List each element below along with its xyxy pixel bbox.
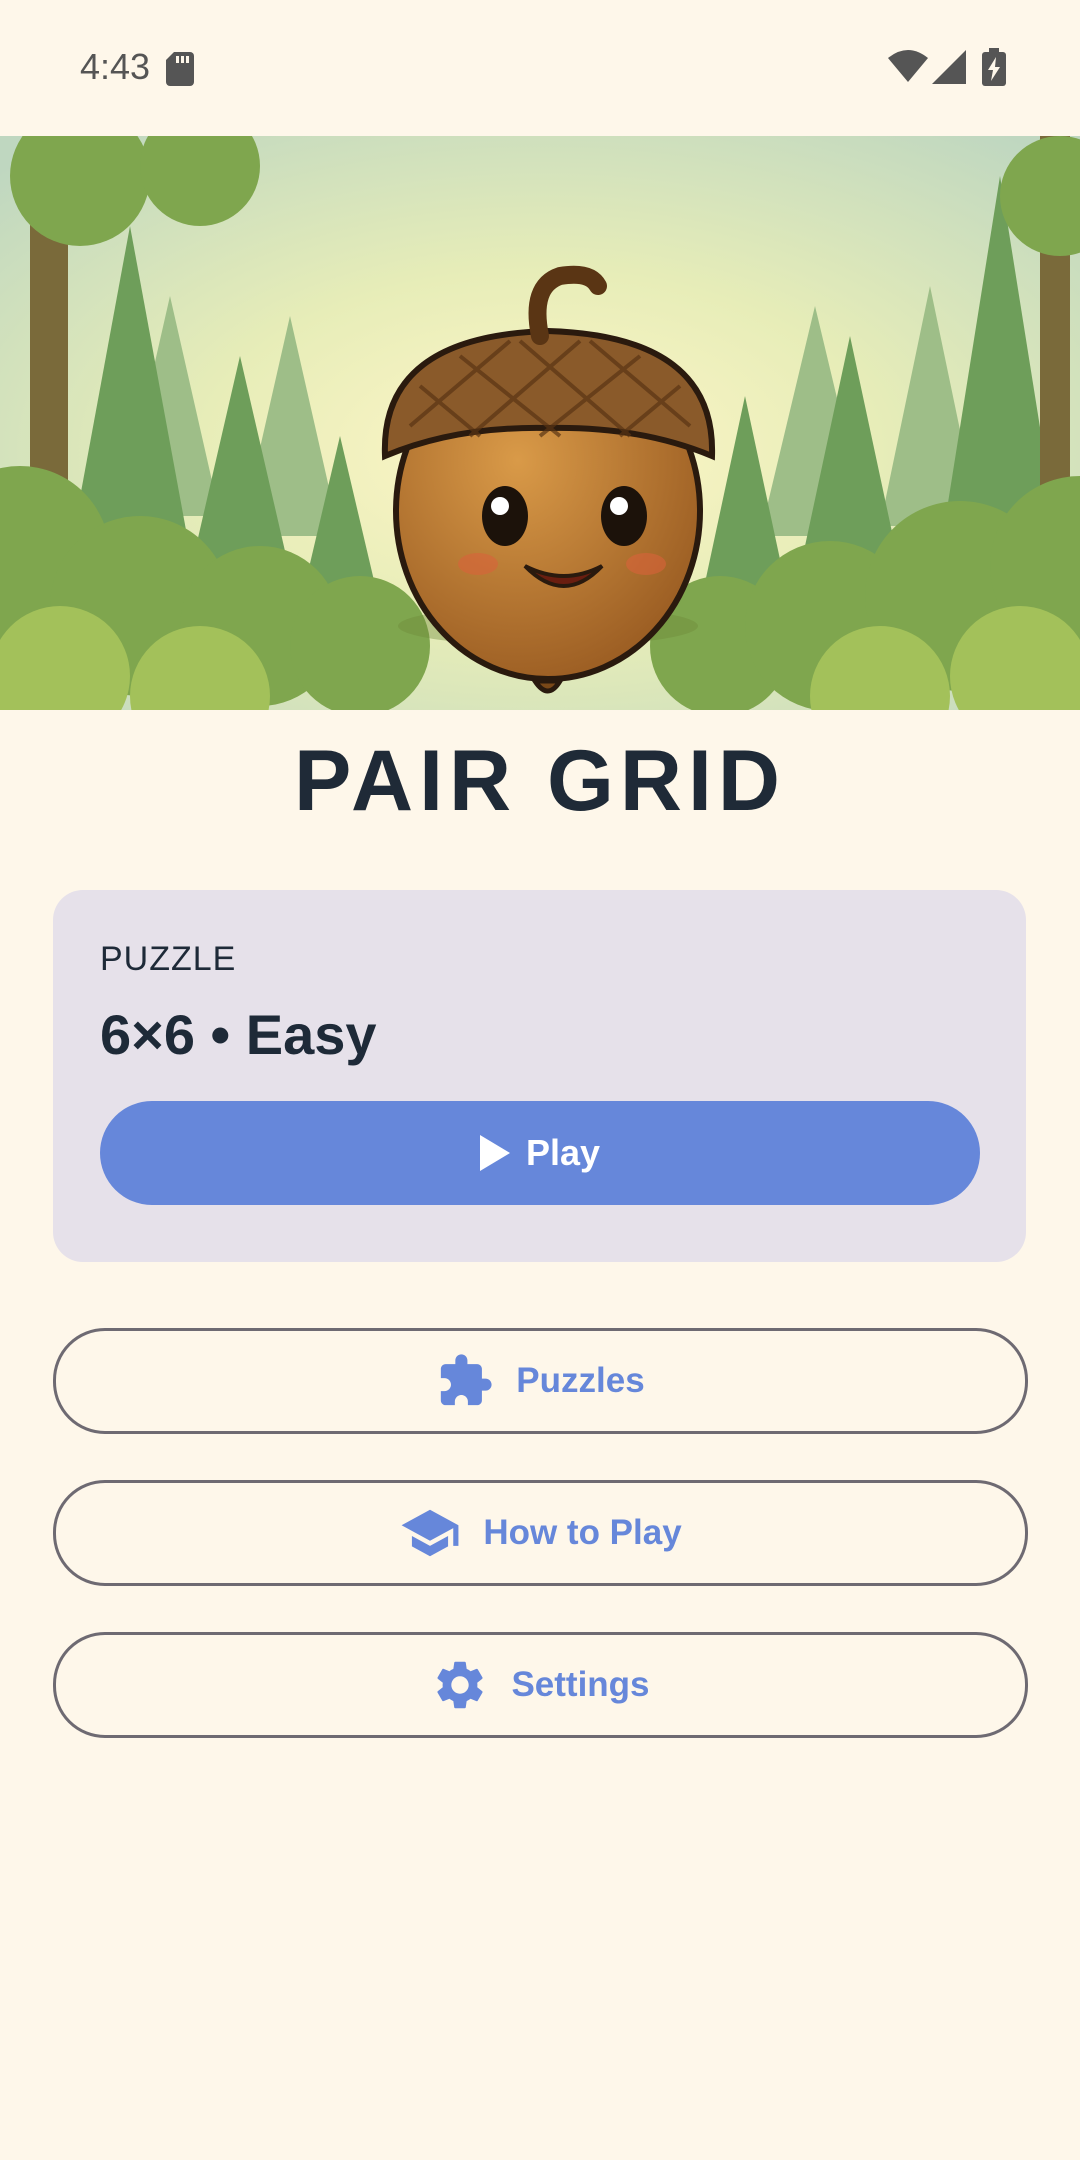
puzzles-label: Puzzles xyxy=(516,1361,645,1400)
play-label: Play xyxy=(525,1132,601,1173)
play-button[interactable]: Play xyxy=(100,1101,980,1205)
puzzle-card: PUZZLE 6×6 • Easy Play xyxy=(53,890,1026,1262)
gear-icon xyxy=(431,1656,489,1714)
wifi-icon xyxy=(888,50,928,87)
puzzles-button[interactable]: Puzzles xyxy=(53,1328,1028,1434)
play-icon xyxy=(479,1135,510,1171)
app-title: PAIR GRID xyxy=(294,733,786,829)
status-time: 4:43 xyxy=(80,46,151,87)
sd-card-icon xyxy=(166,52,194,91)
puzzle-piece-icon xyxy=(436,1352,494,1410)
settings-label: Settings xyxy=(511,1665,650,1704)
hero-image xyxy=(0,136,1080,710)
battery-charging-icon xyxy=(982,48,1006,91)
settings-button[interactable]: Settings xyxy=(53,1632,1028,1738)
status-bar: 4:43 xyxy=(0,0,1080,136)
how-to-play-label: How to Play xyxy=(483,1513,682,1552)
how-to-play-button[interactable]: How to Play xyxy=(53,1480,1028,1586)
graduation-cap-icon xyxy=(399,1502,461,1564)
puzzle-size-difficulty: 6×6 • Easy xyxy=(100,1003,377,1066)
signal-icon xyxy=(932,50,966,89)
puzzle-label: PUZZLE xyxy=(100,940,237,978)
